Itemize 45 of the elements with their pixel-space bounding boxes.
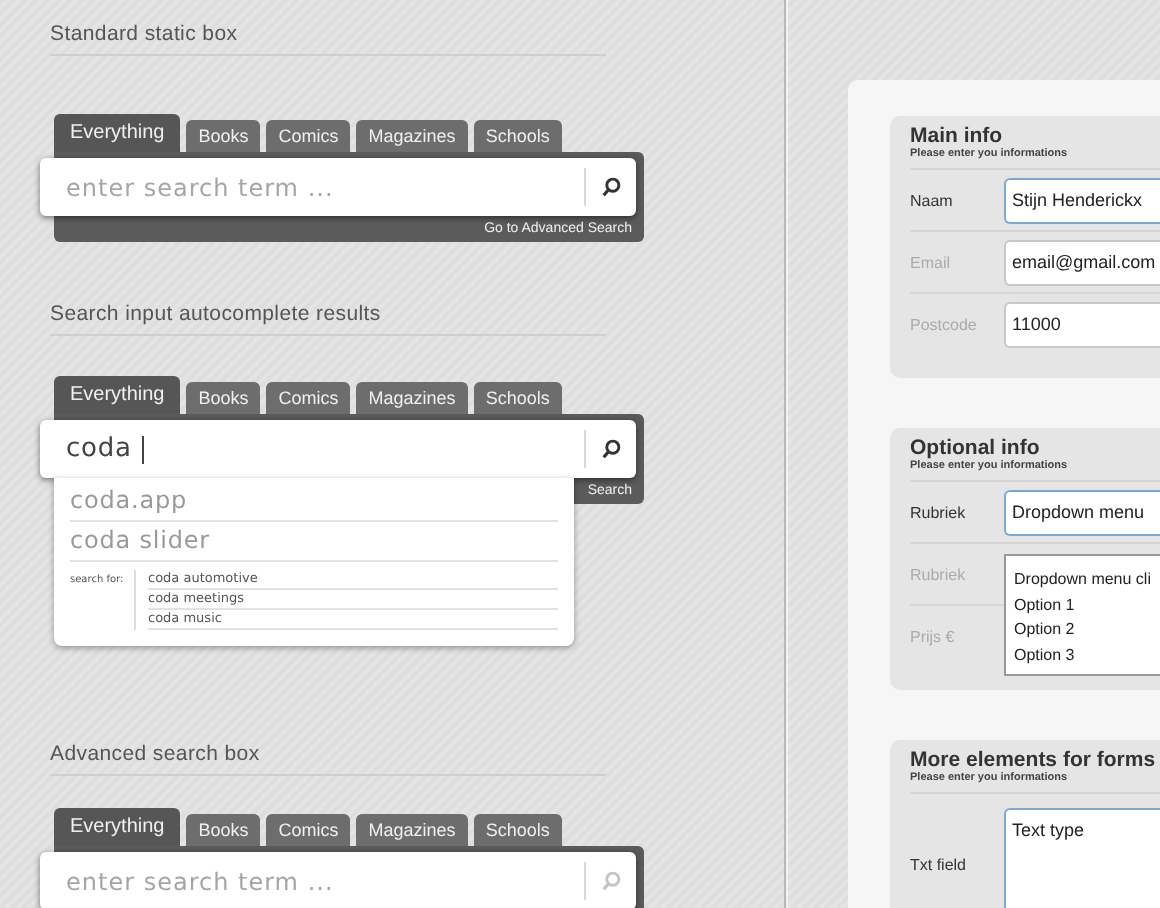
group-title: Main info [910, 124, 1005, 148]
search-bar[interactable]: enter search term ... [40, 158, 636, 216]
field-label: Naam [910, 191, 955, 209]
tab[interactable]: Books [186, 120, 261, 152]
tab[interactable]: Everything [54, 376, 181, 414]
dropdown-option[interactable]: Option 3 [1014, 643, 1160, 668]
tab[interactable]: Magazines [356, 382, 468, 414]
dropdown-option[interactable]: Option 1 [1014, 593, 1160, 618]
search-bar[interactable]: coda [40, 420, 636, 478]
group-title: More elements for forms [910, 748, 1158, 772]
field-label: Postcode [910, 315, 979, 333]
tab[interactable]: Comics [266, 382, 351, 414]
field-label: Prijs € [910, 627, 957, 645]
tab[interactable]: Everything [54, 808, 181, 846]
section-heading: Advanced search box [50, 740, 606, 776]
tab[interactable]: Schools [473, 382, 562, 414]
tab[interactable]: Schools [473, 814, 562, 846]
field-label: Txt field [910, 855, 969, 873]
text-area[interactable]: Text type [1004, 808, 1160, 908]
dropdown-field[interactable]: Dropdown menu [1004, 489, 1160, 535]
dropdown-option[interactable]: Option 2 [1014, 618, 1160, 643]
search-icon[interactable] [600, 176, 622, 198]
tab[interactable]: Books [186, 814, 261, 846]
field-label: Email [910, 253, 953, 271]
search-field[interactable]: enter search term ... [66, 867, 546, 895]
tab[interactable]: Magazines [356, 120, 468, 152]
search-field[interactable]: enter search term ... [66, 173, 546, 201]
text-field[interactable]: Stijn Henderickx [1004, 177, 1160, 223]
tab[interactable]: Comics [266, 814, 351, 846]
search-icon[interactable] [600, 438, 622, 460]
field-label: Rubriek [910, 565, 968, 583]
section-heading: Search input autocomplete results [50, 300, 606, 336]
tab[interactable]: Magazines [356, 814, 468, 846]
text-field[interactable]: email@gmail.com [1004, 239, 1160, 285]
group-title: Optional info [910, 436, 1042, 460]
text-field[interactable]: 11000 [1004, 301, 1160, 347]
field-label: Rubriek [910, 503, 968, 521]
search-text: coda [66, 434, 132, 464]
tab[interactable]: Schools [473, 120, 562, 152]
tab[interactable]: Books [186, 382, 261, 414]
tab[interactable]: Everything [54, 114, 181, 152]
search-bar[interactable]: enter search term ... [40, 852, 636, 908]
section-heading: Standard static box [50, 20, 606, 56]
dropdown-option[interactable]: Dropdown menu cli [1014, 568, 1160, 593]
tab[interactable]: Comics [266, 120, 351, 152]
